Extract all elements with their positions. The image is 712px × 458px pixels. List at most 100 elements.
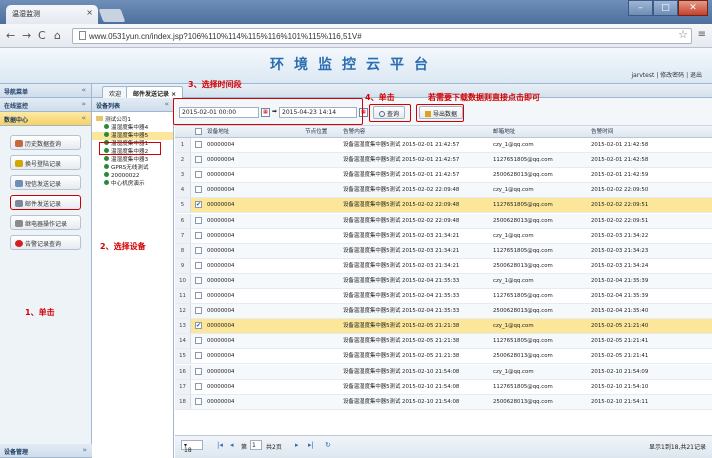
browser-tab[interactable]: 温湿监测 ×: [6, 5, 98, 24]
new-tab-button[interactable]: [98, 9, 126, 22]
row-checkbox[interactable]: [195, 156, 202, 164]
annotation-step4: 4、单击: [365, 93, 395, 102]
tree-device-node[interactable]: GPRS无线测试: [92, 164, 173, 172]
table-row[interactable]: 13 00000004 设备温湿度集中器5测试 2015-02-05 21:21:3…: [175, 319, 712, 335]
page-size-value: 18: [184, 447, 192, 454]
prev-page-icon[interactable]: ◂: [230, 441, 234, 449]
tree-folder[interactable]: 测试公司1: [92, 116, 173, 124]
table-row[interactable]: 1 00000004 设备温湿度集中器5测试 2015-02-01 21:42:57…: [175, 138, 712, 154]
row-checkbox[interactable]: [195, 367, 202, 375]
email-record-grid: 设备地址 节点位置 告警内容 邮箱地址 告警时间 1 00000004 设备温湿度集…: [175, 126, 712, 432]
column-header[interactable]: 设备地址: [207, 126, 229, 138]
relay-record-button[interactable]: 继电器操作记录: [10, 215, 81, 230]
tree-device-node[interactable]: 温湿度集中器3: [92, 156, 173, 164]
button-label: 告警记录查询: [25, 241, 62, 248]
grid-pager: 18 ▾ |◂ ◂ 第 1 共2页 ▸ ▸| ↻ 显示1到18,共21记录: [175, 435, 712, 458]
nav-section-data-center[interactable]: 数据中心 «: [0, 112, 91, 126]
menu-icon[interactable]: ≡: [698, 29, 706, 40]
row-checkbox[interactable]: [195, 261, 202, 269]
column-header[interactable]: 告警内容: [343, 126, 365, 138]
tree-device-node[interactable]: 中心机房演示: [92, 180, 173, 188]
table-row[interactable]: 12 00000004 设备温湿度集中器5测试 2015-02-04 21:35:3…: [175, 304, 712, 320]
table-row[interactable]: 4 00000004 设备温湿度集中器5测试 2015-02-02 22:09:48…: [175, 183, 712, 199]
back-icon[interactable]: ←: [6, 29, 15, 42]
table-row[interactable]: 11 00000004 设备温湿度集中器5测试 2015-02-04 21:35:3…: [175, 289, 712, 305]
tab-welcome[interactable]: 欢迎: [102, 86, 129, 98]
bookmark-star-icon[interactable]: ☆: [678, 28, 688, 41]
select-all-checkbox[interactable]: [195, 128, 202, 135]
row-checkbox[interactable]: ✔: [195, 322, 202, 330]
nav-section-device-manage[interactable]: 设备管理 »: [0, 444, 92, 458]
row-checkbox[interactable]: [195, 186, 202, 194]
row-checkbox[interactable]: [195, 397, 202, 405]
table-row[interactable]: 15 00000004 设备温湿度集中器5测试 2015-02-05 21:21:3…: [175, 349, 712, 365]
window-close-button[interactable]: ✕: [678, 0, 708, 16]
next-page-icon[interactable]: ▸: [295, 441, 299, 449]
window-minimize-button[interactable]: –: [628, 0, 653, 16]
collapse-icon[interactable]: «: [164, 100, 169, 108]
row-checkbox[interactable]: [195, 337, 202, 345]
row-checkbox[interactable]: [195, 307, 202, 315]
table-row[interactable]: 2 00000004 设备温湿度集中器5测试 2015-02-01 21:42:57…: [175, 153, 712, 169]
tab-email-record[interactable]: 邮件发送记录 ×: [126, 86, 184, 98]
table-row[interactable]: 6 00000004 设备温湿度集中器5测试 2015-02-02 22:09:48…: [175, 213, 712, 229]
history-query-button[interactable]: 历史数据查询: [10, 135, 81, 150]
tree-device-node[interactable]: 20000022: [92, 172, 173, 180]
collapse-icon[interactable]: «: [81, 86, 86, 94]
home-icon[interactable]: ⌂: [54, 29, 61, 42]
tree-device-node[interactable]: 温湿度集中器4: [92, 124, 173, 132]
table-row[interactable]: 18 00000004 设备温湿度集中器5测试 2015-02-10 21:54:0…: [175, 394, 712, 410]
reload-icon[interactable]: C: [38, 29, 46, 42]
row-checkbox[interactable]: [195, 216, 202, 224]
first-page-icon[interactable]: |◂: [217, 441, 223, 449]
nav-section-online-monitor[interactable]: 在线监控 »: [0, 98, 91, 112]
row-checkbox[interactable]: [195, 382, 202, 390]
row-checkbox[interactable]: [195, 141, 202, 148]
forward-icon[interactable]: →: [22, 29, 31, 42]
email-cell: 1127651805@qq.com: [493, 157, 553, 164]
device-status-icon: [104, 172, 109, 177]
row-checkbox[interactable]: [195, 171, 202, 179]
tab-close-icon[interactable]: ×: [86, 8, 93, 17]
row-number: 13: [175, 319, 191, 334]
table-row[interactable]: 5 00000004 设备温湿度集中器5测试 2015-02-02 22:09:48…: [175, 198, 712, 214]
page-number-input[interactable]: 1: [250, 440, 262, 450]
row-checkbox[interactable]: [195, 352, 202, 360]
table-row[interactable]: 9 00000004 设备温湿度集中器5测试 2015-02-03 21:34:21…: [175, 258, 712, 274]
window-maximize-button[interactable]: □: [653, 0, 678, 16]
refresh-icon[interactable]: ↻: [325, 441, 331, 449]
device-address-cell: 00000004: [207, 172, 235, 179]
user-links[interactable]: jarvtest | 修改密码 | 退出: [631, 70, 702, 79]
alarm-content-cell: 设备温湿度集中器5测试 2015-02-02 22:09:48: [343, 202, 460, 209]
table-row[interactable]: 7 00000004 设备温湿度集中器5测试 2015-02-03 21:34:21…: [175, 228, 712, 244]
row-checkbox[interactable]: ✔: [195, 201, 202, 209]
sms-record-button[interactable]: 短信发送记录: [10, 175, 81, 190]
table-row[interactable]: 17 00000004 设备温湿度集中器5测试 2015-02-10 21:54:0…: [175, 379, 712, 395]
table-row[interactable]: 3 00000004 设备温湿度集中器5测试 2015-02-01 21:42:57…: [175, 168, 712, 184]
tree-device-node[interactable]: 温湿度集中器5: [92, 132, 173, 140]
table-row[interactable]: 16 00000004 设备温湿度集中器5测试 2015-02-10 21:54:0…: [175, 364, 712, 380]
column-header[interactable]: 节点位置: [305, 126, 327, 138]
annotation-step2: 2、选择设备: [100, 242, 146, 251]
column-header[interactable]: 邮箱地址: [493, 126, 515, 138]
column-header[interactable]: 告警时间: [591, 126, 613, 138]
alarm-record-button[interactable]: 告警记录查询: [10, 235, 81, 250]
last-page-icon[interactable]: ▸|: [308, 441, 314, 449]
alarm-content-cell: 设备温湿度集中器5测试 2015-02-05 21:21:38: [343, 338, 460, 345]
row-checkbox[interactable]: [195, 231, 202, 239]
row-checkbox[interactable]: [195, 276, 202, 284]
device-address-cell: 00000004: [207, 368, 235, 375]
email-record-button[interactable]: 邮件发送记录: [10, 195, 81, 210]
row-checkbox[interactable]: [195, 292, 202, 299]
row-number: 9: [175, 258, 191, 273]
table-row[interactable]: 8 00000004 设备温湿度集中器5测试 2015-02-03 21:34:21…: [175, 243, 712, 259]
page-size-select[interactable]: 18 ▾: [181, 440, 203, 454]
login-record-button[interactable]: 换号登陆记录: [10, 155, 81, 170]
table-row[interactable]: 14 00000004 设备温湿度集中器5测试 2015-02-05 21:21:3…: [175, 334, 712, 350]
alarm-time-cell: 2015-02-05 21:21:41: [591, 338, 649, 345]
tab-close-icon[interactable]: ×: [171, 91, 176, 98]
table-row[interactable]: 10 00000004 设备温湿度集中器5测试 2015-02-04 21:35:3…: [175, 273, 712, 289]
row-checkbox[interactable]: [195, 246, 202, 254]
url-input[interactable]: www.0531yun.cn/index.jsp?106%110%114%115…: [72, 28, 692, 44]
email-cell: 1127651805@qq.com: [493, 202, 553, 209]
